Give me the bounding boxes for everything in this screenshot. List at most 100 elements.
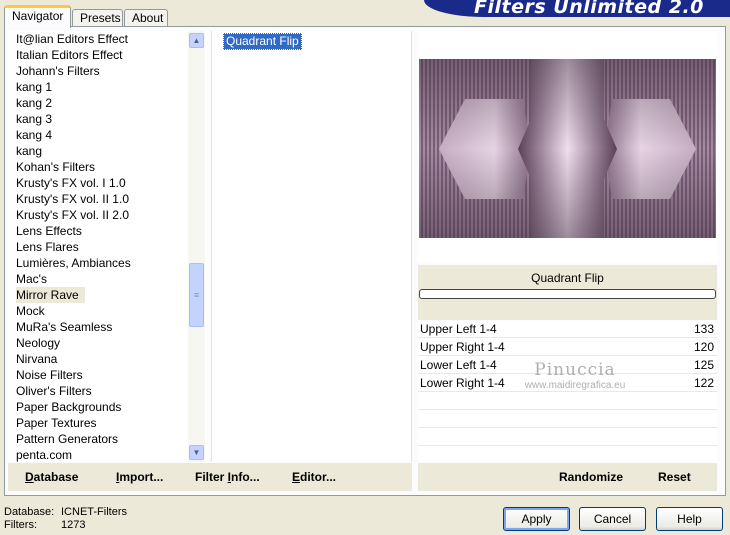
param-row-lower-right[interactable]: Lower Right 1-4 122	[418, 375, 717, 392]
database-button[interactable]: Database	[25, 470, 78, 484]
category-list-item[interactable]: Mac's	[8, 271, 207, 287]
category-list-item[interactable]: Lumières, Ambiances	[8, 255, 207, 271]
param-value: 120	[693, 340, 714, 354]
category-list-item[interactable]: kang 3	[8, 111, 207, 127]
category-label: kang	[16, 144, 43, 158]
category-label: MuRa's Seamless	[16, 320, 113, 334]
category-list-item[interactable]: It@lian Editors Effect	[8, 31, 207, 47]
category-label: Oliver's Filters	[16, 384, 92, 398]
category-label: kang 2	[16, 96, 53, 110]
cancel-button[interactable]: Cancel	[579, 507, 646, 531]
param-label: Lower Right 1-4	[420, 376, 505, 390]
category-list-item[interactable]: Mock	[8, 303, 207, 319]
database-mnemonic: D	[25, 470, 34, 484]
category-list-item[interactable]: Johann's Filters	[8, 63, 207, 79]
category-label: Mirror Rave	[16, 287, 85, 303]
param-row-empty	[418, 411, 717, 428]
filter-list[interactable]: Quadrant Flip	[211, 31, 412, 462]
category-scrollbar[interactable]: ▲ ≡ ▼	[188, 31, 205, 462]
category-label: Kohan's Filters	[16, 160, 95, 174]
category-list-item[interactable]: penta.com	[8, 447, 207, 462]
status-area: Database: ICNET-Filters Filters: 1273	[4, 506, 127, 532]
import-label-rest: mport...	[119, 470, 164, 484]
category-label: Mac's	[16, 272, 47, 286]
param-row-empty	[418, 429, 717, 446]
category-list-item[interactable]: Italian Editors Effect	[8, 47, 207, 63]
scroll-up-icon[interactable]: ▲	[189, 33, 204, 48]
help-button[interactable]: Help	[656, 507, 723, 531]
category-list-item[interactable]: kang 1	[8, 79, 207, 95]
category-list-item[interactable]: Krusty's FX vol. II 2.0	[8, 207, 207, 223]
category-list-item[interactable]: Paper Backgrounds	[8, 399, 207, 415]
preview-panel	[418, 31, 717, 263]
category-list[interactable]: It@lian Editors Effect Italian Editors Ef…	[8, 31, 207, 462]
category-list-item[interactable]: Paper Textures	[8, 415, 207, 431]
database-label-rest: atabase	[33, 470, 79, 484]
category-label: kang 1	[16, 80, 53, 94]
status-filters-label: Filters:	[4, 519, 37, 531]
category-list-item[interactable]: Krusty's FX vol. II 1.0	[8, 191, 207, 207]
param-label: Lower Left 1-4	[420, 358, 497, 372]
category-label: Neology	[16, 336, 61, 350]
category-label: Mock	[16, 304, 45, 318]
category-list-item[interactable]: Oliver's Filters	[8, 383, 207, 399]
category-label: Lumières, Ambiances	[16, 256, 131, 270]
apply-button[interactable]: Apply	[503, 507, 570, 531]
filter-name-panel: Quadrant Flip	[418, 265, 717, 320]
param-row-upper-left[interactable]: Upper Left 1-4 133	[418, 321, 717, 338]
category-list-item[interactable]: Kohan's Filters	[8, 159, 207, 175]
randomize-button[interactable]: Randomize	[559, 470, 623, 484]
progress-bar	[419, 289, 716, 299]
filter-item-selected[interactable]: Quadrant Flip	[223, 33, 302, 50]
filter-name-label: Quadrant Flip	[531, 271, 604, 285]
tab-navigator[interactable]: Navigator	[4, 5, 71, 28]
category-label: Pattern Generators	[16, 432, 119, 446]
category-list-item[interactable]: Pattern Generators	[8, 431, 207, 447]
category-label: kang 4	[16, 128, 53, 142]
filter-info-label-post: nfo...	[231, 470, 260, 484]
category-label: Paper Textures	[16, 416, 97, 430]
filter-info-button[interactable]: Filter Info...	[195, 470, 260, 484]
param-value: 125	[693, 358, 714, 372]
preview-image	[419, 59, 716, 238]
category-label: Nirvana	[16, 352, 58, 366]
category-list-item[interactable]: kang 2	[8, 95, 207, 111]
category-label: Johann's Filters	[16, 64, 100, 78]
category-label: Noise Filters	[16, 368, 83, 382]
param-value: 122	[693, 376, 714, 390]
category-label: Paper Backgrounds	[16, 400, 122, 414]
category-list-item[interactable]: kang 4	[8, 127, 207, 143]
category-list-item[interactable]: kang	[8, 143, 207, 159]
param-row-empty	[418, 393, 717, 410]
param-value: 133	[693, 322, 714, 336]
category-list-item[interactable]: Noise Filters	[8, 367, 207, 383]
param-row-lower-left[interactable]: Lower Left 1-4 125	[418, 357, 717, 374]
reset-button[interactable]: Reset	[658, 470, 691, 484]
category-list-item[interactable]: Lens Flares	[8, 239, 207, 255]
param-label: Upper Left 1-4	[420, 322, 497, 336]
filter-info-label-pre: Filter	[195, 470, 228, 484]
category-label: kang 3	[16, 112, 53, 126]
tool-bar: Database Import... Filter Info... Editor…	[8, 463, 412, 491]
category-list-item[interactable]: Lens Effects	[8, 223, 207, 239]
editor-label-rest: ditor...	[300, 470, 337, 484]
editor-button[interactable]: Editor...	[292, 470, 336, 484]
category-label: Italian Editors Effect	[16, 48, 123, 62]
status-database-value: ICNET-Filters	[61, 506, 127, 518]
import-button[interactable]: Import...	[116, 470, 163, 484]
category-label: Lens Flares	[16, 240, 79, 254]
category-list-item[interactable]: Mirror Rave	[8, 287, 207, 303]
status-filters-value: 1273	[61, 519, 86, 531]
param-label: Upper Right 1-4	[420, 340, 505, 354]
param-row-upper-right[interactable]: Upper Right 1-4 120	[418, 339, 717, 356]
preset-action-bar: Randomize Reset	[418, 463, 717, 491]
scroll-thumb[interactable]: ≡	[189, 263, 204, 327]
category-list-item[interactable]: MuRa's Seamless	[8, 319, 207, 335]
category-label: Lens Effects	[16, 224, 82, 238]
parameter-panel: Upper Left 1-4 133 Upper Right 1-4 120 L…	[418, 321, 717, 462]
category-list-item[interactable]: Krusty's FX vol. I 1.0	[8, 175, 207, 191]
category-list-item[interactable]: Nirvana	[8, 351, 207, 367]
category-list-item[interactable]: Neology	[8, 335, 207, 351]
scroll-down-icon[interactable]: ▼	[189, 445, 204, 460]
category-label: Krusty's FX vol. II 1.0	[16, 192, 129, 206]
